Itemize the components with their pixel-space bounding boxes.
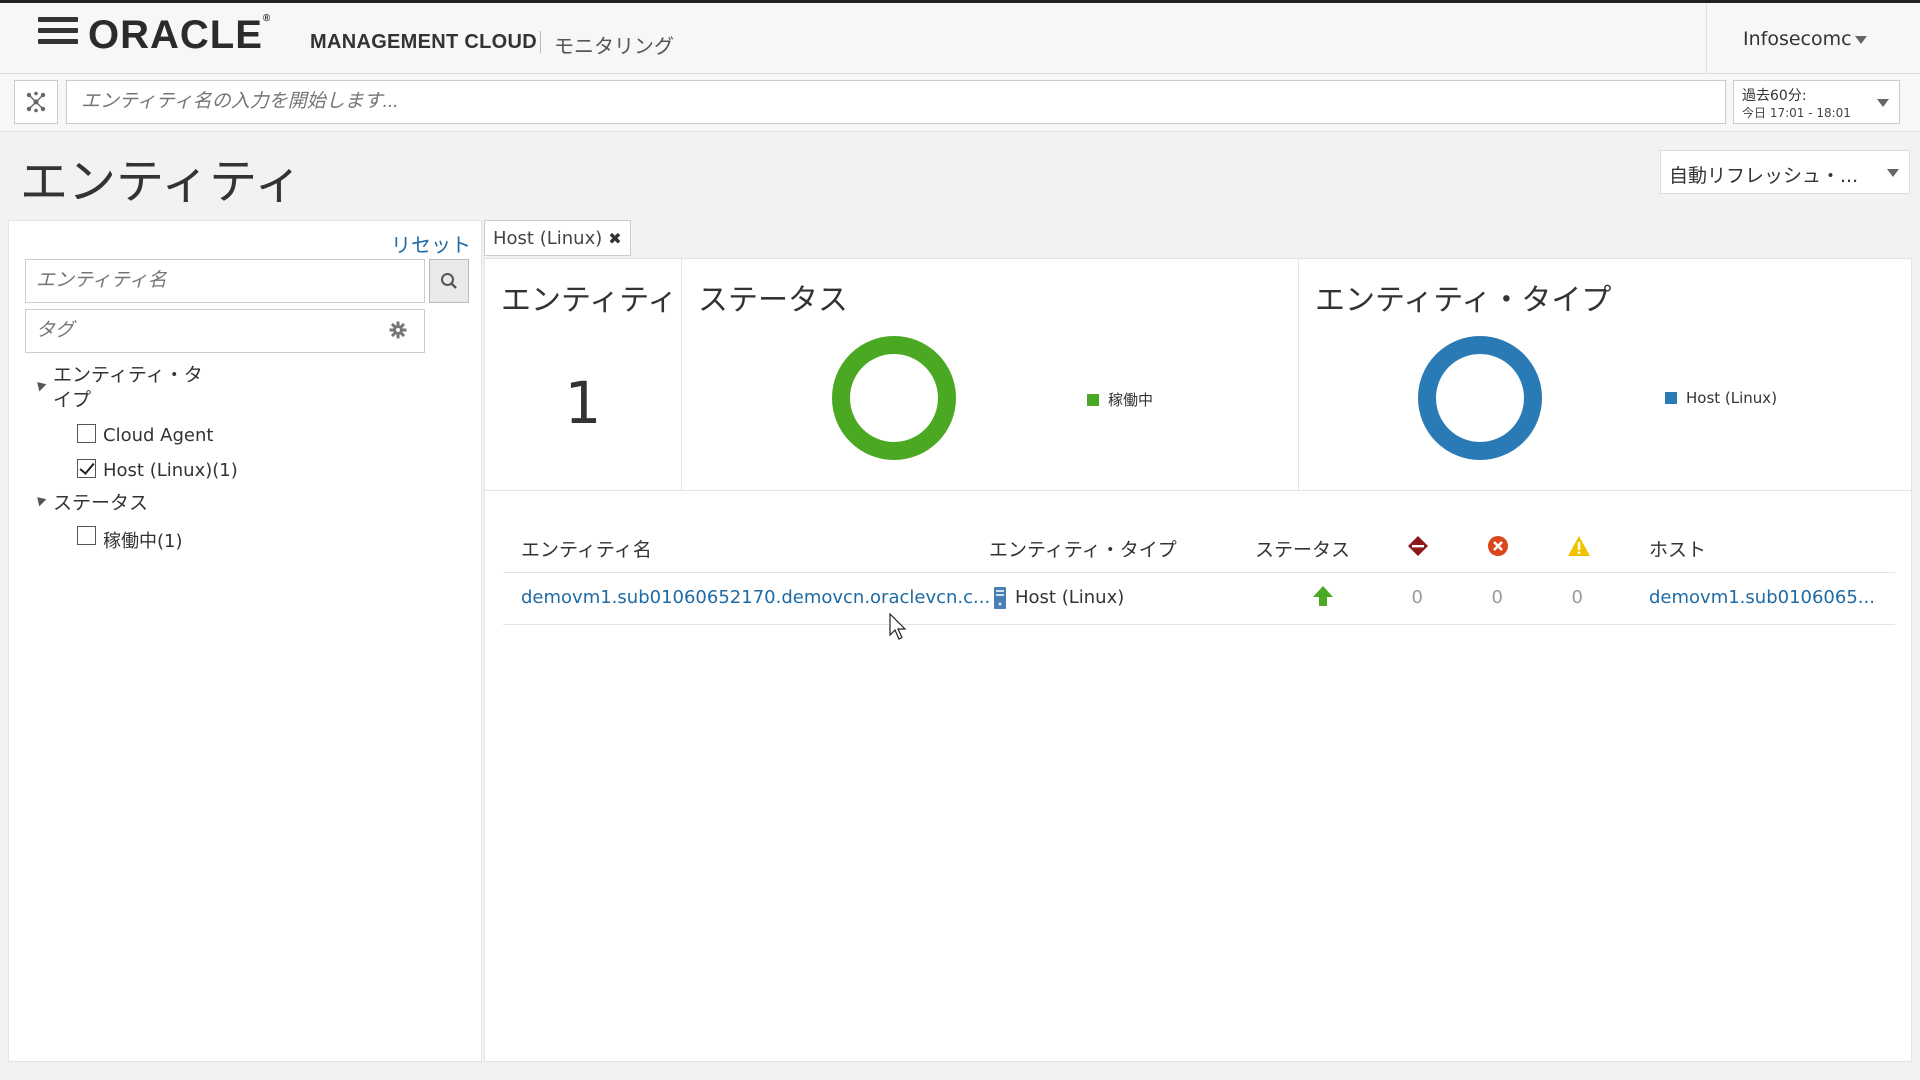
column-header-host[interactable]: ホスト <box>1649 535 1706 562</box>
filter-group-heading-line2: イプ <box>53 389 92 411</box>
donut-slice--[interactable] <box>832 336 956 460</box>
username[interactable]: Infosecomc <box>1743 28 1852 50</box>
header-divider <box>540 31 541 53</box>
close-icon[interactable]: ✖ <box>608 229 621 248</box>
summary-row: エンティティ 1 ステータス 稼働中 エンティティ・タイプ Host (Linu… <box>485 259 1913 491</box>
checkbox-cloud-agent[interactable] <box>77 424 96 443</box>
donut-slice-host-linux-[interactable] <box>1418 336 1542 460</box>
server-icon <box>994 587 1006 609</box>
entity-count-tile[interactable]: エンティティ 1 <box>485 259 682 491</box>
entity-type-value: Host (Linux) <box>1015 587 1125 608</box>
hamburger-menu-icon[interactable] <box>38 17 78 51</box>
top-header: ORACLE® MANAGEMENT CLOUD モニタリング Infoseco… <box>0 0 1920 77</box>
entity-type-tile: エンティティ・タイプ Host (Linux) <box>1299 259 1913 491</box>
entity-type-donut-chart[interactable] <box>1415 333 1545 463</box>
auto-refresh-label: 自動リフレッシュ・... <box>1669 165 1859 187</box>
table-header: エンティティ名 エンティティ・タイプ ステータス ホスト <box>503 509 1895 573</box>
chip-label: Host (Linux) <box>493 227 603 249</box>
tile-title: エンティティ・タイプ <box>1315 283 1612 318</box>
module-name: モニタリング <box>554 34 674 58</box>
page-title: エンティティ <box>20 154 303 210</box>
tile-title: エンティティ <box>501 283 678 318</box>
entity-name-filter-input[interactable] <box>25 259 425 303</box>
checkbox-status-up[interactable] <box>77 526 96 545</box>
topology-icon <box>26 91 46 113</box>
user-menu[interactable]: Infosecomc <box>1706 3 1920 77</box>
critical-x-icon[interactable] <box>1487 535 1509 557</box>
content-panel: エンティティ 1 ステータス 稼働中 エンティティ・タイプ Host (Linu… <box>484 258 1913 1062</box>
chevron-down-icon[interactable] <box>1877 99 1889 107</box>
mouse-cursor-icon <box>889 613 907 640</box>
active-filter-chip: Host (Linux) ✖ <box>484 220 631 256</box>
status-tile: ステータス 稼働中 <box>682 259 1299 491</box>
filter-search-button[interactable] <box>429 259 469 303</box>
status-legend[interactable]: 稼働中 <box>1087 389 1153 410</box>
search-bar-row: 過去60分: 今日 17:01 - 18:01 <box>0 74 1920 132</box>
filter-group-heading-line1: エンティティ・タ <box>53 364 203 386</box>
column-header-status[interactable]: ステータス <box>1255 535 1350 562</box>
tile-title: ステータス <box>698 283 848 318</box>
filter-option-cloud-agent[interactable]: Cloud Agent <box>103 425 213 446</box>
fatal-diamond-icon[interactable] <box>1407 535 1429 557</box>
filter-option-host-linux[interactable]: Host (Linux)(1) <box>103 460 238 481</box>
time-range-selector[interactable]: 過去60分: 今日 17:01 - 18:01 <box>1733 80 1900 124</box>
collapse-triangle-icon[interactable] <box>33 493 47 507</box>
checkbox-host-linux[interactable] <box>77 459 96 478</box>
reset-link[interactable]: リセット <box>391 229 471 258</box>
critical-count[interactable]: 0 <box>1473 587 1503 608</box>
column-header-type[interactable]: エンティティ・タイプ <box>989 535 1177 562</box>
entity-type-legend[interactable]: Host (Linux) <box>1665 389 1777 407</box>
warning-count[interactable]: 0 <box>1553 587 1583 608</box>
chevron-down-icon[interactable] <box>1887 169 1899 177</box>
legend-swatch <box>1665 392 1677 404</box>
oracle-logo: ORACLE® <box>88 13 272 57</box>
table-row: demovm1.sub01060652170.demovcn.oraclevcn… <box>503 573 1895 625</box>
entity-count: 1 <box>564 369 602 437</box>
legend-label: 稼働中 <box>1108 391 1154 409</box>
legend-swatch <box>1087 393 1099 406</box>
product-name: MANAGEMENT CLOUD <box>310 31 538 53</box>
column-header-name[interactable]: エンティティ名 <box>521 535 652 562</box>
filter-group-status[interactable]: ステータス <box>53 491 148 516</box>
filter-option-status-up[interactable]: 稼働中(1) <box>103 527 183 553</box>
fatal-count[interactable]: 0 <box>1393 587 1423 608</box>
collapse-triangle-icon[interactable] <box>33 378 47 392</box>
entity-name-link[interactable]: demovm1.sub01060652170.demovcn.oraclevcn… <box>521 587 990 608</box>
legend-label: Host (Linux) <box>1686 389 1778 407</box>
warning-triangle-icon[interactable] <box>1567 535 1591 557</box>
gear-icon[interactable] <box>389 321 407 339</box>
up-arrow-icon <box>1313 586 1333 606</box>
search-icon <box>441 273 457 289</box>
entity-table: エンティティ名 エンティティ・タイプ ステータス ホスト demovm1.sub… <box>503 509 1895 625</box>
tag-filter-input[interactable] <box>25 309 425 353</box>
time-range-value: 今日 17:01 - 18:01 <box>1742 106 1851 120</box>
host-link[interactable]: demovm1.sub0106065... <box>1649 587 1875 608</box>
navigation-tree-button[interactable] <box>14 80 58 124</box>
entity-search-input[interactable] <box>66 80 1726 124</box>
filter-group-entity-type[interactable]: エンティティ・タ イプ <box>53 363 203 413</box>
status-donut-chart[interactable] <box>829 333 959 463</box>
filter-panel: リセット エンティティ・タ イプ Cloud Agent Host (Linux… <box>8 220 482 1062</box>
chevron-down-icon[interactable] <box>1855 36 1867 44</box>
auto-refresh-select[interactable]: 自動リフレッシュ・... <box>1660 150 1910 194</box>
time-range-label: 過去60分: <box>1742 88 1807 104</box>
